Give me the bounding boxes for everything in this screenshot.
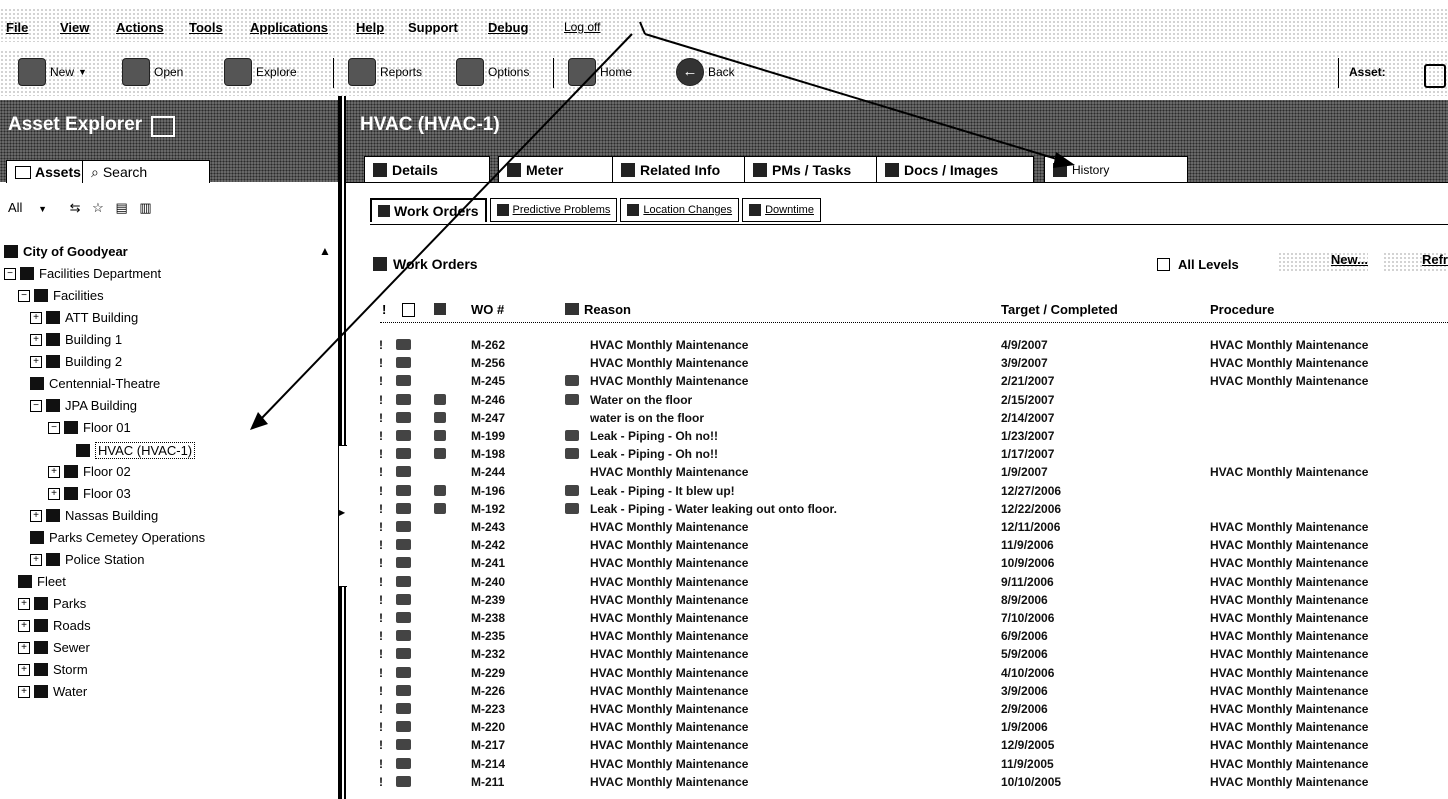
annotation-arrow-origin (639, 21, 646, 35)
annotation-arrows (250, 21, 1075, 430)
annotation-arrow-to-history (644, 33, 1061, 161)
annotation-arrow-to-tree (259, 33, 633, 421)
arrowhead-history (1053, 152, 1075, 168)
